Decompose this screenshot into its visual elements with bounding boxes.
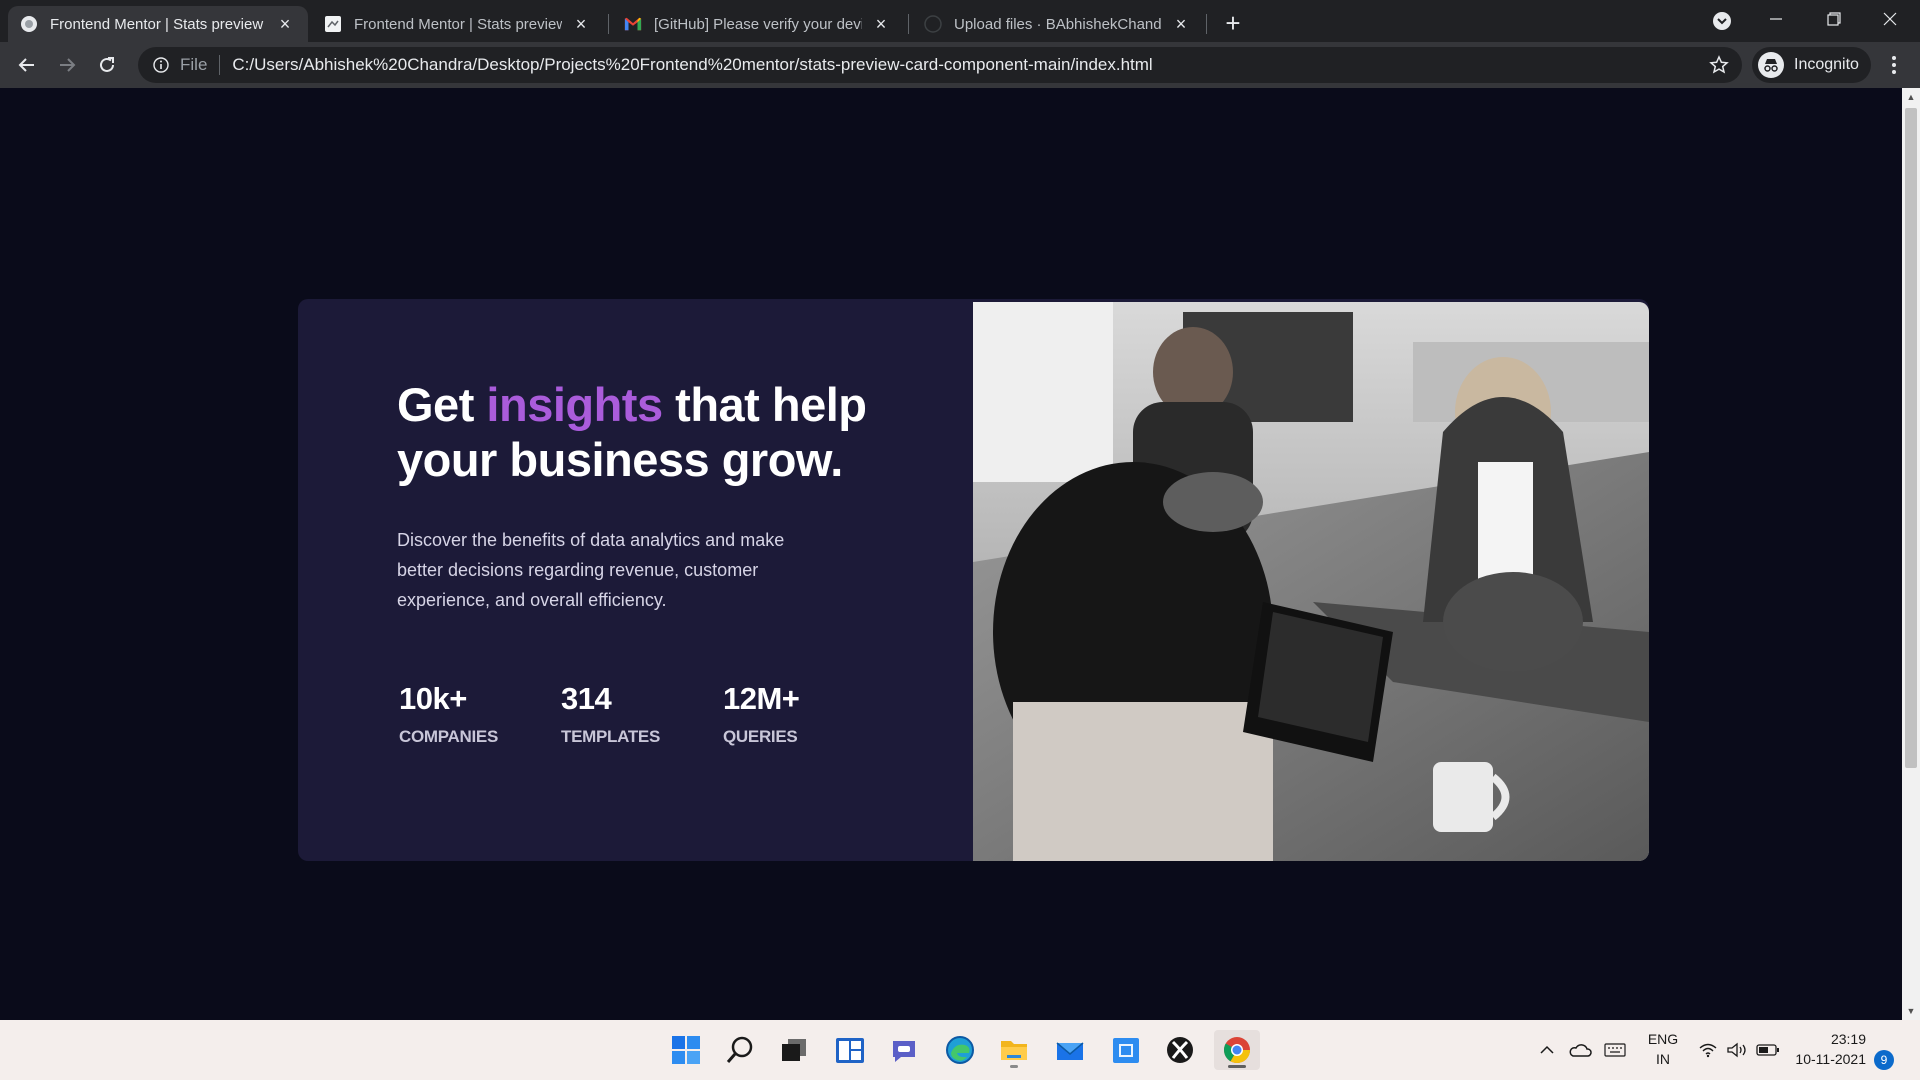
chrome-icon[interactable]	[1214, 1030, 1260, 1070]
clock-time: 23:19	[1830, 1031, 1866, 1047]
mail-icon[interactable]	[1050, 1030, 1090, 1070]
card-text-column: Get insights that help your business gro…	[397, 377, 957, 615]
back-arrow-icon[interactable]	[11, 49, 43, 81]
stats-preview-card: Get insights that help your business gro…	[298, 299, 1649, 861]
clock-date: 10-11-2021	[1795, 1051, 1866, 1067]
address-separator	[219, 55, 221, 75]
scroll-up-arrow-icon[interactable]: ▲	[1906, 92, 1916, 102]
edge-icon[interactable]	[940, 1030, 980, 1070]
vertical-scrollbar[interactable]: ▲ ▼	[1902, 88, 1920, 1020]
close-tab-icon[interactable]: ×	[1170, 13, 1192, 35]
stat-value: 314	[561, 681, 612, 716]
store-icon[interactable]	[1106, 1030, 1146, 1070]
keyboard-icon[interactable]	[1600, 1034, 1630, 1066]
tab-upload-files[interactable]: Upload files · BAbhishekChandra/stats-pr…	[912, 6, 1204, 42]
stat-queries: 12M+ QUERIES	[723, 681, 825, 747]
close-window-icon[interactable]	[1862, 0, 1918, 38]
headline-accent: insights	[486, 378, 663, 431]
tab-title: Frontend Mentor | Stats preview card com…	[50, 15, 266, 33]
tab-github-verify[interactable]: [GitHub] Please verify your device ×	[612, 6, 904, 42]
card-description: Discover the benefits of data analytics …	[397, 530, 785, 610]
info-icon[interactable]	[150, 54, 172, 76]
region-code: IN	[1656, 1051, 1670, 1067]
reload-icon[interactable]	[91, 49, 123, 81]
card-headline: Get insights that help your business gro…	[397, 377, 957, 487]
search-icon[interactable]	[720, 1030, 760, 1070]
running-indicator	[1010, 1065, 1018, 1068]
scrollbar-thumb[interactable]	[1905, 108, 1917, 768]
browser-tab-strip: Frontend Mentor | Stats preview card com…	[0, 0, 1920, 42]
url-text[interactable]: C:/Users/Abhishek%20Chandra/Desktop/Proj…	[232, 55, 1152, 75]
tab-separator	[908, 14, 909, 34]
windows-start-icon[interactable]	[666, 1030, 706, 1070]
tab-title: Frontend Mentor | Stats preview card com…	[354, 15, 562, 33]
widgets-icon[interactable]	[830, 1030, 870, 1070]
tab-separator	[608, 14, 609, 34]
restore-icon[interactable]	[1806, 0, 1862, 38]
stat-value: 10k+	[399, 681, 467, 716]
github-icon	[924, 15, 942, 33]
stat-label: TEMPLATES	[561, 727, 660, 746]
profile-label: Incognito	[1794, 56, 1859, 73]
tab-title: Upload files · BAbhishekChandra/stats-pr…	[954, 15, 1162, 33]
close-tab-icon[interactable]: ×	[274, 13, 296, 35]
notification-count-badge[interactable]: 9	[1874, 1050, 1894, 1070]
stat-label: QUERIES	[723, 727, 798, 746]
scroll-down-arrow-icon[interactable]: ▼	[1906, 1006, 1916, 1016]
page-icon	[324, 15, 342, 33]
minimize-icon[interactable]	[1748, 0, 1804, 38]
battery-icon[interactable]	[1754, 1034, 1782, 1066]
new-tab-button[interactable]: +	[1218, 8, 1248, 38]
stats-row: 10k+ COMPANIES 314 TEMPLATES 12M+ QUERIE…	[399, 681, 885, 747]
tab-separator	[1206, 14, 1207, 34]
more-menu-icon[interactable]	[1882, 53, 1906, 77]
teams-chat-icon[interactable]	[884, 1030, 924, 1070]
scheme-label: File	[180, 55, 208, 74]
bookmark-star-icon[interactable]	[1708, 54, 1730, 76]
chevron-up-icon[interactable]	[1536, 1034, 1558, 1066]
tab-stats-preview[interactable]: Frontend Mentor | Stats preview card com…	[312, 6, 604, 42]
close-tab-icon[interactable]: ×	[570, 13, 592, 35]
input-language[interactable]: ENG IN	[1643, 1029, 1683, 1069]
forward-arrow-icon[interactable]	[51, 49, 83, 81]
address-bar[interactable]: File C:/Users/Abhishek%20Chandra/Desktop…	[138, 47, 1742, 83]
office-photo	[973, 302, 1649, 861]
file-explorer-icon[interactable]	[994, 1030, 1034, 1070]
tab-title: [GitHub] Please verify your device	[654, 15, 862, 33]
stat-value: 12M+	[723, 681, 800, 716]
xbox-icon[interactable]	[1160, 1030, 1200, 1070]
task-view-icon[interactable]	[774, 1030, 814, 1070]
stat-label: COMPANIES	[399, 727, 498, 746]
wifi-icon[interactable]	[1696, 1034, 1720, 1066]
page-viewport: Get insights that help your business gro…	[0, 88, 1902, 1020]
close-tab-icon[interactable]: ×	[870, 13, 892, 35]
stat-companies: 10k+ COMPANIES	[399, 681, 501, 747]
onedrive-cloud-icon[interactable]	[1566, 1034, 1594, 1066]
volume-icon[interactable]	[1724, 1034, 1750, 1066]
gmail-icon	[624, 15, 642, 33]
incognito-icon	[1758, 52, 1784, 78]
language-code: ENG	[1647, 1031, 1679, 1047]
incognito-badge[interactable]: Incognito	[1752, 47, 1871, 83]
headline-part: Get	[397, 378, 487, 431]
tab-search-icon[interactable]	[1710, 9, 1734, 33]
stat-templates: 314 TEMPLATES	[561, 681, 663, 747]
active-app-indicator	[1228, 1065, 1246, 1068]
globe-icon	[20, 15, 38, 33]
browser-toolbar: File C:/Users/Abhishek%20Chandra/Desktop…	[0, 42, 1920, 88]
system-clock[interactable]: 23:19 10-11-2021	[1790, 1029, 1866, 1069]
tab-stats-preview-active[interactable]: Frontend Mentor | Stats preview card com…	[8, 6, 308, 42]
windows-taskbar: ENG IN 23:19 10-11-2021 9	[0, 1020, 1920, 1080]
